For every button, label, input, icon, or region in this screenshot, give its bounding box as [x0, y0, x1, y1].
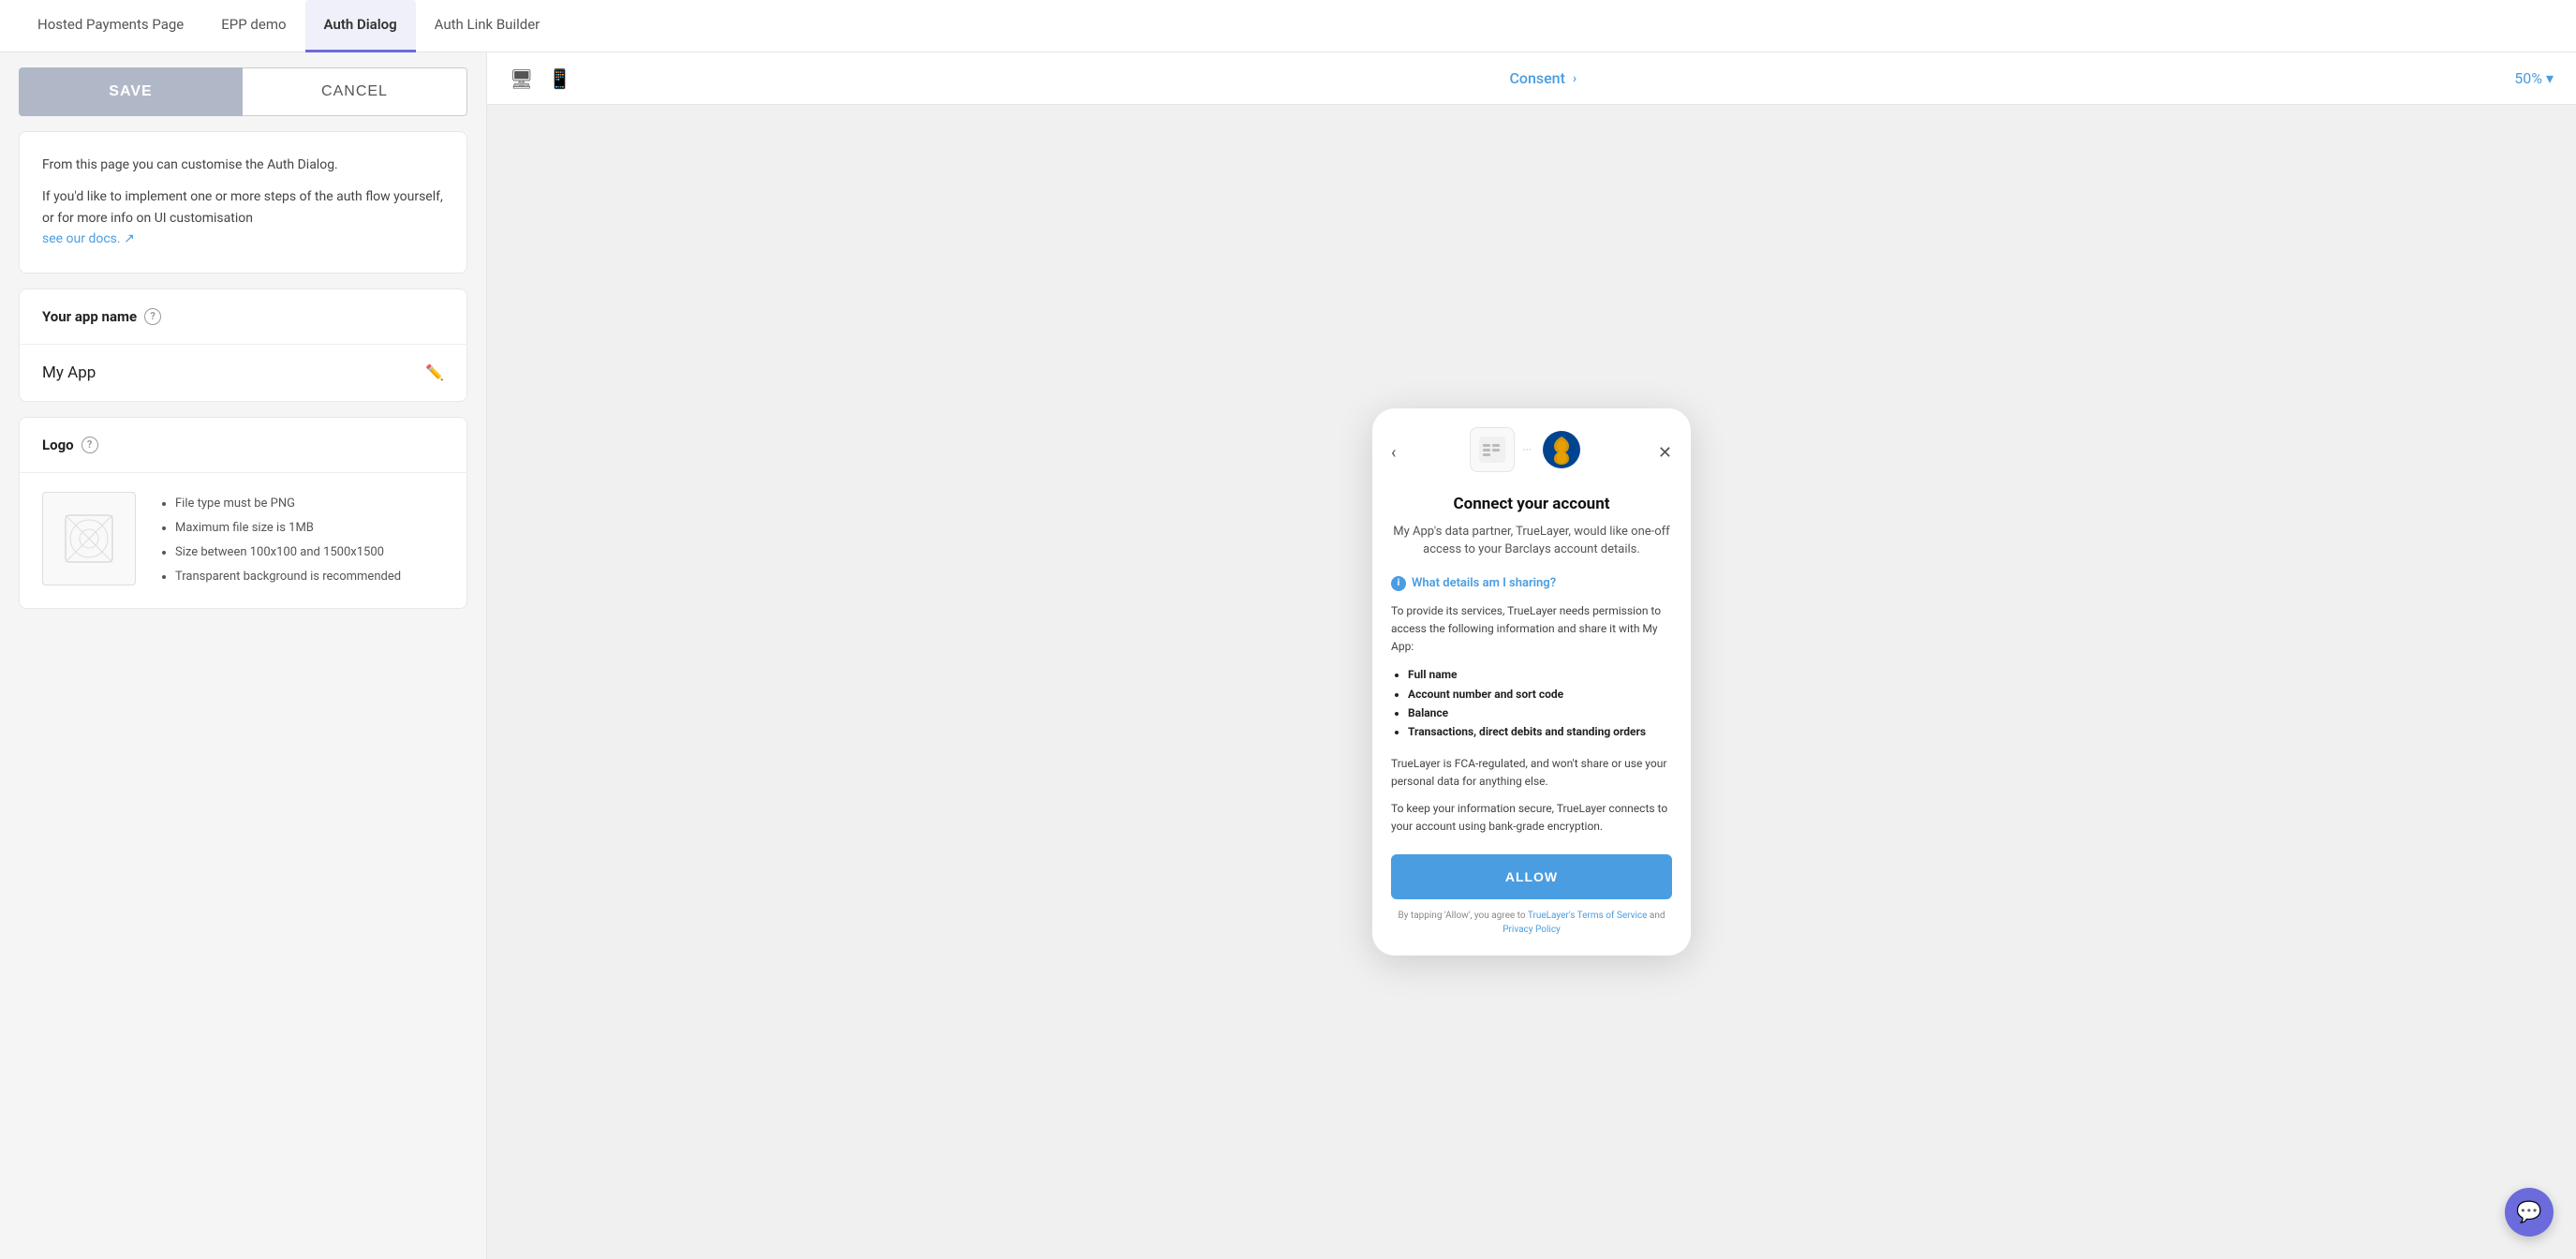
terms-of-service-link[interactable]: TrueLayer's Terms of Service: [1528, 911, 1648, 921]
logo-header: Logo ?: [19, 417, 467, 473]
fca-text: TrueLayer is FCA-regulated, and won't sh…: [1391, 755, 1672, 791]
allow-button[interactable]: ALLOW: [1391, 854, 1672, 899]
privacy-policy-link[interactable]: Privacy Policy: [1503, 925, 1561, 935]
brand-separator: ···: [1522, 443, 1531, 456]
tab-auth-link-builder[interactable]: Auth Link Builder: [416, 0, 559, 52]
brand-logos: ···: [1470, 427, 1583, 480]
tab-hosted-payments[interactable]: Hosted Payments Page: [19, 0, 202, 52]
info-line2: If you'd like to implement one or more s…: [42, 186, 444, 249]
top-nav: Hosted Payments Page EPP demo Auth Dialo…: [0, 0, 2576, 52]
logo-section: File type must be PNG Maximum file size …: [19, 473, 467, 609]
terms-text: By tapping 'Allow', you agree to TrueLay…: [1391, 909, 1672, 937]
preview-label: Consent ›: [571, 69, 2514, 87]
sharing-item-1: Full name: [1408, 665, 1672, 684]
docs-link[interactable]: see our docs. ↗: [42, 231, 135, 246]
action-bar: SAVE CANCEL: [0, 52, 486, 131]
save-button[interactable]: SAVE: [19, 67, 243, 116]
zoom-value: 50%: [2514, 69, 2542, 87]
zoom-control[interactable]: 50% ▾: [2514, 69, 2554, 87]
logo-instructions: File type must be PNG Maximum file size …: [158, 492, 401, 589]
info-card: From this page you can customise the Aut…: [19, 131, 467, 274]
left-panel: SAVE CANCEL From this page you can custo…: [0, 52, 487, 1259]
chevron-right-icon: ›: [1573, 71, 1577, 86]
logo-instruction-3: Size between 100x100 and 1500x1500: [175, 541, 401, 565]
chat-widget[interactable]: 💬: [2505, 1188, 2554, 1237]
tab-auth-dialog[interactable]: Auth Dialog: [305, 0, 416, 52]
mobile-icon[interactable]: 📱: [548, 67, 571, 90]
app-name-header: Your app name ?: [19, 289, 467, 345]
phone-content: ‹: [1372, 408, 1691, 956]
phone-mockup: ‹: [1372, 408, 1691, 956]
info-icon: i: [1391, 576, 1406, 591]
barclays-logo: [1539, 427, 1584, 472]
right-panel: 🖥 📱 Consent › 50% ▾ ‹: [487, 52, 2576, 1259]
dialog-subtitle: My App's data partner, TrueLayer, would …: [1391, 523, 1672, 559]
app-name-help-icon[interactable]: ?: [144, 308, 161, 325]
tab-epp-demo[interactable]: EPP demo: [202, 0, 304, 52]
dialog-header: ‹: [1372, 408, 1691, 495]
app-name-value: My App: [42, 363, 96, 382]
encryption-text: To keep your information secure, TrueLay…: [1391, 800, 1672, 836]
back-button[interactable]: ‹: [1391, 443, 1396, 463]
dialog-title: Connect your account: [1391, 495, 1672, 513]
zoom-chevron-icon: ▾: [2546, 69, 2554, 87]
device-icons: 🖥 📱: [510, 67, 571, 90]
logo-help-icon[interactable]: ?: [81, 437, 98, 453]
close-button[interactable]: ✕: [1658, 443, 1672, 463]
sharing-item-2: Account number and sort code: [1408, 685, 1672, 704]
main-layout: SAVE CANCEL From this page you can custo…: [0, 52, 2576, 1259]
sharing-list: Full name Account number and sort code B…: [1391, 665, 1672, 742]
logo-instruction-2: Maximum file size is 1MB: [175, 516, 401, 541]
edit-icon[interactable]: ✏️: [425, 363, 444, 381]
logo-placeholder[interactable]: [42, 492, 136, 585]
what-sharing-label[interactable]: i What details am I sharing?: [1391, 576, 1672, 591]
logo-instruction-4: Transparent background is recommended: [175, 565, 401, 589]
sharing-desc: To provide its services, TrueLayer needs…: [1391, 602, 1672, 657]
logo-instruction-1: File type must be PNG: [175, 492, 401, 516]
dialog-body: Connect your account My App's data partn…: [1372, 495, 1691, 956]
preview-toolbar: 🖥 📱 Consent › 50% ▾: [487, 52, 2576, 105]
truelayer-logo-box: [1470, 427, 1515, 472]
sharing-item-4: Transactions, direct debits and standing…: [1408, 722, 1672, 741]
cancel-button[interactable]: CANCEL: [243, 67, 467, 116]
info-line1: From this page you can customise the Aut…: [42, 155, 444, 175]
preview-area: ‹: [487, 105, 2576, 1259]
desktop-icon[interactable]: 🖥: [510, 67, 533, 90]
chat-icon: 💬: [2516, 1201, 2541, 1224]
preview-section-label: Consent: [1509, 69, 1564, 87]
sharing-item-3: Balance: [1408, 704, 1672, 722]
app-name-value-row: My App ✏️: [19, 345, 467, 402]
